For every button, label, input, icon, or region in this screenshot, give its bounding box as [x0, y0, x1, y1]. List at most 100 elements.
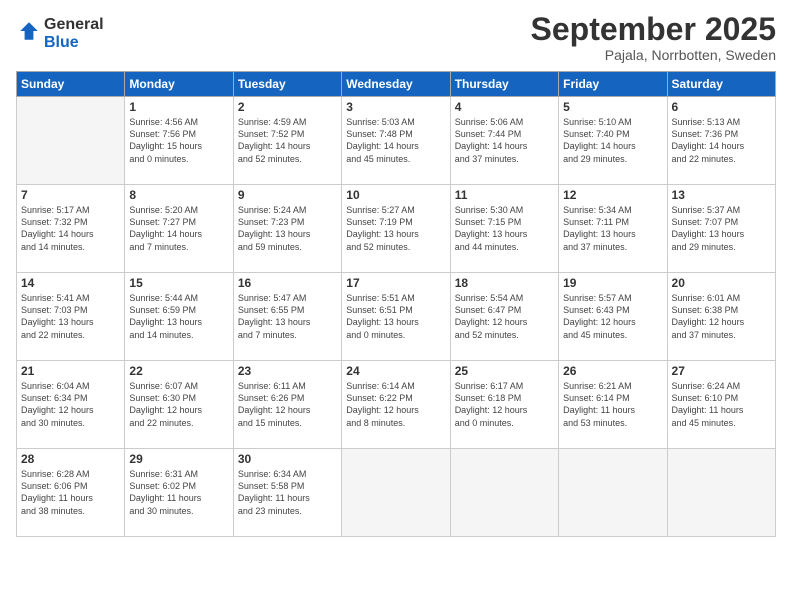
table-row: 23 Sunrise: 6:11 AMSunset: 6:26 PMDayligh…: [233, 361, 341, 449]
calendar-table: Sunday Monday Tuesday Wednesday Thursday…: [16, 71, 776, 537]
day-number: 21: [21, 364, 120, 378]
day-info: Sunrise: 5:06 AMSunset: 7:44 PMDaylight:…: [455, 116, 554, 165]
calendar-week-row: 1Sunrise: 4:56 AMSunset: 7:56 PMDaylight…: [17, 97, 776, 185]
day-info: Sunrise: 5:41 AMSunset: 7:03 PMDaylight:…: [21, 292, 120, 341]
day-info: Sunrise: 5:20 AMSunset: 7:27 PMDaylight:…: [129, 204, 228, 253]
day-info: Sunrise: 6:01 AMSunset: 6:38 PMDaylight:…: [672, 292, 771, 341]
day-info: Sunrise: 6:21 AMSunset: 6:14 PMDaylight:…: [563, 380, 662, 429]
day-info: Sunrise: 5:30 AMSunset: 7:15 PMDaylight:…: [455, 204, 554, 253]
logo: General Blue: [16, 16, 104, 51]
day-info: Sunrise: 5:44 AMSunset: 6:59 PMDaylight:…: [129, 292, 228, 341]
table-row: 2 Sunrise: 4:59 AMSunset: 7:52 PMDaylight…: [233, 97, 341, 185]
month-title: September 2025: [531, 12, 776, 47]
day-number: 13: [672, 188, 771, 202]
day-info: Sunrise: 6:24 AMSunset: 6:10 PMDaylight:…: [672, 380, 771, 429]
table-row: 13 Sunrise: 5:37 AMSunset: 7:07 PMDayligh…: [667, 185, 775, 273]
day-info: Sunrise: 6:28 AMSunset: 6:06 PMDaylight:…: [21, 468, 120, 517]
header-sunday: Sunday: [17, 72, 125, 97]
table-row: 29 Sunrise: 6:31 AMSunset: 6:02 PMDayligh…: [125, 449, 233, 537]
day-info: Sunrise: 5:27 AMSunset: 7:19 PMDaylight:…: [346, 204, 445, 253]
day-info: Sunrise: 5:10 AMSunset: 7:40 PMDaylight:…: [563, 116, 662, 165]
title-block: September 2025 Pajala, Norrbotten, Swede…: [531, 12, 776, 63]
day-number: 12: [563, 188, 662, 202]
day-info: Sunrise: 5:24 AMSunset: 7:23 PMDaylight:…: [238, 204, 337, 253]
day-number: 3: [346, 100, 445, 114]
table-row: 4 Sunrise: 5:06 AMSunset: 7:44 PMDaylight…: [450, 97, 558, 185]
day-number: 15: [129, 276, 228, 290]
table-row: 10 Sunrise: 5:27 AMSunset: 7:19 PMDayligh…: [342, 185, 450, 273]
table-row: 9 Sunrise: 5:24 AMSunset: 7:23 PMDaylight…: [233, 185, 341, 273]
table-row: [667, 449, 775, 537]
header-thursday: Thursday: [450, 72, 558, 97]
day-number: 14: [21, 276, 120, 290]
table-row: 3 Sunrise: 5:03 AMSunset: 7:48 PMDaylight…: [342, 97, 450, 185]
day-number: 16: [238, 276, 337, 290]
day-number: 27: [672, 364, 771, 378]
day-number: 18: [455, 276, 554, 290]
table-row: 19 Sunrise: 5:57 AMSunset: 6:43 PMDayligh…: [559, 273, 667, 361]
location: Pajala, Norrbotten, Sweden: [531, 47, 776, 63]
day-number: 6: [672, 100, 771, 114]
day-number: 11: [455, 188, 554, 202]
day-info: Sunrise: 6:11 AMSunset: 6:26 PMDaylight:…: [238, 380, 337, 429]
header-wednesday: Wednesday: [342, 72, 450, 97]
day-number: 19: [563, 276, 662, 290]
day-number: 7: [21, 188, 120, 202]
table-row: 28 Sunrise: 6:28 AMSunset: 6:06 PMDayligh…: [17, 449, 125, 537]
calendar-header-row: Sunday Monday Tuesday Wednesday Thursday…: [17, 72, 776, 97]
day-number: 8: [129, 188, 228, 202]
day-number: 10: [346, 188, 445, 202]
table-row: 24Sunrise: 6:14 AMSunset: 6:22 PMDayligh…: [342, 361, 450, 449]
header-tuesday: Tuesday: [233, 72, 341, 97]
table-row: [450, 449, 558, 537]
calendar-week-row: 14 Sunrise: 5:41 AMSunset: 7:03 PMDayligh…: [17, 273, 776, 361]
day-number: 22: [129, 364, 228, 378]
day-info: Sunrise: 6:34 AMSunset: 5:58 PMDaylight:…: [238, 468, 337, 517]
table-row: 20Sunrise: 6:01 AMSunset: 6:38 PMDayligh…: [667, 273, 775, 361]
table-row: 5 Sunrise: 5:10 AMSunset: 7:40 PMDaylight…: [559, 97, 667, 185]
day-info: Sunrise: 4:59 AMSunset: 7:52 PMDaylight:…: [238, 116, 337, 165]
day-info: Sunrise: 5:57 AMSunset: 6:43 PMDaylight:…: [563, 292, 662, 341]
day-number: 17: [346, 276, 445, 290]
day-info: Sunrise: 4:56 AMSunset: 7:56 PMDaylight:…: [129, 116, 228, 165]
day-info: Sunrise: 5:54 AMSunset: 6:47 PMDaylight:…: [455, 292, 554, 341]
table-row: 17 Sunrise: 5:51 AMSunset: 6:51 PMDayligh…: [342, 273, 450, 361]
day-info: Sunrise: 5:51 AMSunset: 6:51 PMDaylight:…: [346, 292, 445, 341]
day-number: 5: [563, 100, 662, 114]
table-row: 12 Sunrise: 5:34 AMSunset: 7:11 PMDayligh…: [559, 185, 667, 273]
calendar-week-row: 21 Sunrise: 6:04 AMSunset: 6:34 PMDayligh…: [17, 361, 776, 449]
day-info: Sunrise: 5:34 AMSunset: 7:11 PMDaylight:…: [563, 204, 662, 253]
day-number: 26: [563, 364, 662, 378]
day-number: 28: [21, 452, 120, 466]
day-info: Sunrise: 6:31 AMSunset: 6:02 PMDaylight:…: [129, 468, 228, 517]
table-row: 21 Sunrise: 6:04 AMSunset: 6:34 PMDayligh…: [17, 361, 125, 449]
day-info: Sunrise: 6:07 AMSunset: 6:30 PMDaylight:…: [129, 380, 228, 429]
table-row: 22 Sunrise: 6:07 AMSunset: 6:30 PMDayligh…: [125, 361, 233, 449]
day-info: Sunrise: 6:14 AMSunset: 6:22 PMDaylight:…: [346, 380, 445, 429]
day-number: 23: [238, 364, 337, 378]
header-monday: Monday: [125, 72, 233, 97]
day-number: 29: [129, 452, 228, 466]
day-number: 9: [238, 188, 337, 202]
page-header: General Blue September 2025 Pajala, Norr…: [16, 12, 776, 63]
table-row: 11 Sunrise: 5:30 AMSunset: 7:15 PMDayligh…: [450, 185, 558, 273]
day-number: 30: [238, 452, 337, 466]
day-info: Sunrise: 5:47 AMSunset: 6:55 PMDaylight:…: [238, 292, 337, 341]
table-row: 8 Sunrise: 5:20 AMSunset: 7:27 PMDaylight…: [125, 185, 233, 273]
day-info: Sunrise: 5:03 AMSunset: 7:48 PMDaylight:…: [346, 116, 445, 165]
table-row: 16 Sunrise: 5:47 AMSunset: 6:55 PMDayligh…: [233, 273, 341, 361]
day-info: Sunrise: 6:04 AMSunset: 6:34 PMDaylight:…: [21, 380, 120, 429]
day-number: 2: [238, 100, 337, 114]
day-info: Sunrise: 5:37 AMSunset: 7:07 PMDaylight:…: [672, 204, 771, 253]
table-row: 18 Sunrise: 5:54 AMSunset: 6:47 PMDayligh…: [450, 273, 558, 361]
table-row: 15 Sunrise: 5:44 AMSunset: 6:59 PMDayligh…: [125, 273, 233, 361]
header-friday: Friday: [559, 72, 667, 97]
table-row: 14 Sunrise: 5:41 AMSunset: 7:03 PMDayligh…: [17, 273, 125, 361]
table-row: [342, 449, 450, 537]
header-saturday: Saturday: [667, 72, 775, 97]
table-row: [559, 449, 667, 537]
table-row: 25Sunrise: 6:17 AMSunset: 6:18 PMDayligh…: [450, 361, 558, 449]
day-number: 4: [455, 100, 554, 114]
day-info: Sunrise: 6:17 AMSunset: 6:18 PMDaylight:…: [455, 380, 554, 429]
logo-icon: [18, 20, 40, 42]
